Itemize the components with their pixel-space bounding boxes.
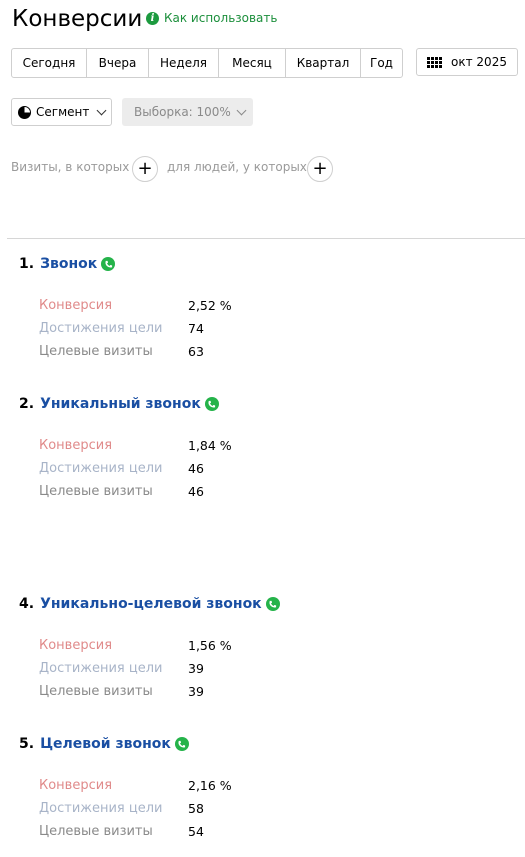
conversion-value: 2,52 % xyxy=(188,298,232,313)
add-visit-condition-button[interactable]: + xyxy=(132,156,158,182)
visits-label: Целевые визиты xyxy=(39,684,153,699)
date-label: окт 2025 xyxy=(451,55,507,69)
period-today-button[interactable]: Сегодня xyxy=(12,49,87,77)
conversion-label: Конверсия xyxy=(39,778,113,793)
visits-label: Целевые визиты xyxy=(39,344,153,359)
calendar-icon xyxy=(427,56,443,68)
people-filter-label: для людей, у которых xyxy=(167,160,307,174)
plus-icon: + xyxy=(137,158,153,179)
conversion-label: Конверсия xyxy=(39,638,113,653)
conversion-label: Конверсия xyxy=(39,298,113,313)
goal-title: 2. Уникальный звонок xyxy=(19,395,219,413)
goal-number: 1. xyxy=(19,256,35,272)
sample-dropdown[interactable]: Выборка: 100% xyxy=(122,98,253,126)
page-title: Конверсии xyxy=(12,6,143,32)
goal-title: 5. Целевой звонок xyxy=(19,735,189,753)
conversion-value: 2,16 % xyxy=(188,778,232,793)
period-quarter-button[interactable]: Квартал xyxy=(286,49,361,77)
how-to-use-link[interactable]: i Как использовать xyxy=(146,9,277,27)
visits-label: Целевые визиты xyxy=(39,824,153,839)
phone-icon xyxy=(174,737,189,751)
reaches-label: Достижения цели xyxy=(39,461,163,476)
pie-chart-icon xyxy=(18,105,31,119)
goal-title: 4. Уникально-целевой звонок xyxy=(19,595,280,613)
goal-name-link[interactable]: Уникально-целевой звонок xyxy=(40,595,262,613)
visits-value: 39 xyxy=(188,684,204,699)
period-week-button[interactable]: Неделя xyxy=(149,49,219,77)
reaches-value: 58 xyxy=(188,801,204,816)
plus-icon: + xyxy=(312,158,328,179)
reaches-label: Достижения цели xyxy=(39,321,163,336)
visits-value: 54 xyxy=(188,824,204,839)
add-people-condition-button[interactable]: + xyxy=(307,156,333,182)
conversion-value: 1,56 % xyxy=(188,638,232,653)
reaches-value: 39 xyxy=(188,661,204,676)
period-selector: Сегодня Вчера Неделя Месяц Квартал Год xyxy=(11,48,403,78)
divider xyxy=(7,238,525,239)
reaches-label: Достижения цели xyxy=(39,661,163,676)
goal-title: 1. Звонок xyxy=(19,255,116,273)
period-year-button[interactable]: Год xyxy=(361,49,402,77)
date-picker-button[interactable]: окт 2025 xyxy=(416,48,518,76)
visits-value: 63 xyxy=(188,344,204,359)
how-to-use-label: Как использовать xyxy=(164,11,278,25)
goal-number: 5. xyxy=(19,736,35,752)
segment-label: Сегмент xyxy=(36,105,90,119)
goal-name-link[interactable]: Уникальный звонок xyxy=(40,395,201,413)
reaches-value: 74 xyxy=(188,321,204,336)
goal-name-link[interactable]: Целевой звонок xyxy=(40,735,171,753)
chevron-down-icon xyxy=(96,105,107,115)
goal-number: 4. xyxy=(19,596,35,612)
chevron-down-icon xyxy=(236,105,247,115)
phone-icon xyxy=(265,597,280,611)
goal-number: 2. xyxy=(19,396,35,412)
conversion-label: Конверсия xyxy=(39,438,113,453)
reaches-value: 46 xyxy=(188,461,204,476)
reaches-label: Достижения цели xyxy=(39,801,163,816)
phone-icon xyxy=(204,397,219,411)
info-icon: i xyxy=(146,11,159,25)
phone-icon xyxy=(101,257,116,271)
visits-filter-label: Визиты, в которых xyxy=(11,160,130,174)
period-yesterday-button[interactable]: Вчера xyxy=(87,49,149,77)
segment-dropdown[interactable]: Сегмент xyxy=(11,98,112,126)
sample-label: Выборка: 100% xyxy=(134,105,231,119)
goal-name-link[interactable]: Звонок xyxy=(40,255,97,273)
visits-label: Целевые визиты xyxy=(39,484,153,499)
conversion-value: 1,84 % xyxy=(188,438,232,453)
visits-value: 46 xyxy=(188,484,204,499)
period-month-button[interactable]: Месяц xyxy=(219,49,286,77)
